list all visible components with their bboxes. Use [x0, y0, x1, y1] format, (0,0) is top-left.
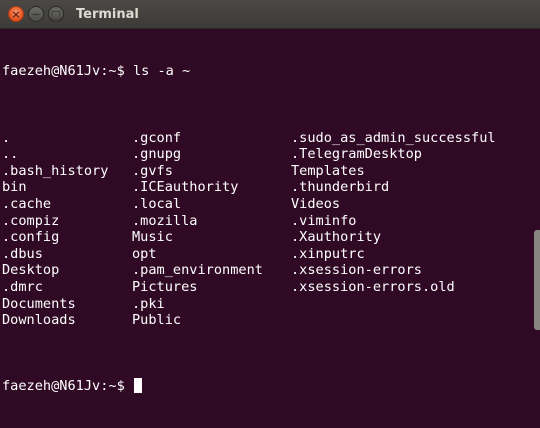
listing-entry: .cache: [2, 195, 52, 212]
listing-entry: .xinputrc: [291, 245, 365, 262]
listing-entry: bin: [2, 179, 27, 196]
terminal-window: × − □ Terminal faezeh@N61Jv:~$ ls -a ~ .…: [0, 0, 540, 427]
listing-entry: .xsession-errors.old: [291, 278, 455, 295]
listing-entry: .bash_history: [2, 162, 109, 179]
listing-entry: .local: [132, 195, 182, 212]
command-text: ls -a ~: [124, 63, 191, 80]
listing-entry: .dmrc: [2, 278, 43, 295]
listing-entry: .mozilla: [132, 212, 198, 229]
minimize-icon: −: [31, 7, 41, 21]
listing-entry: .ICEauthority: [132, 179, 239, 196]
listing-entry: .Xauthority: [291, 229, 382, 246]
listing-entry: .compiz: [2, 212, 60, 229]
listing-entry: Downloads: [2, 312, 76, 329]
listing-entry: .dbus: [2, 245, 43, 262]
listing-entry: .pam_environment: [132, 262, 263, 279]
listing-entry: ..: [2, 146, 19, 163]
listing-entry: .pki: [132, 295, 165, 312]
text-cursor: [133, 378, 142, 394]
maximize-icon: □: [50, 7, 62, 21]
listing-entry: .gvfs: [132, 162, 173, 179]
listing-entry: .gnupg: [132, 146, 182, 163]
listing-column-1: . .. .bash_history bin .cache .compiz .c…: [2, 130, 132, 329]
listing-entry: Public: [132, 312, 182, 329]
listing-entry: .viminfo: [291, 212, 357, 229]
listing-entry: .sudo_as_admin_successful: [291, 129, 496, 146]
listing-entry: .TelegramDesktop: [291, 146, 422, 163]
prompt: faezeh@N61Jv:~$: [2, 63, 125, 80]
window-title: Terminal: [76, 6, 139, 22]
listing-entry: opt: [132, 245, 157, 262]
listing-entry: Videos: [291, 195, 341, 212]
listing-entry: Documents: [2, 295, 76, 312]
close-icon: ×: [11, 7, 21, 21]
listing-entry: .xsession-errors: [291, 262, 422, 279]
maximize-button[interactable]: □: [48, 6, 64, 22]
listing-entry: .: [2, 129, 11, 146]
terminal-output[interactable]: faezeh@N61Jv:~$ ls -a ~ . .. .bash_histo…: [0, 29, 540, 427]
command-line: faezeh@N61Jv:~$ ls -a ~: [2, 63, 540, 80]
active-prompt-line[interactable]: faezeh@N61Jv:~$: [2, 378, 540, 395]
directory-listing: . .. .bash_history bin .cache .compiz .c…: [2, 130, 540, 329]
listing-entry: .gconf: [132, 129, 182, 146]
scrollbar[interactable]: [534, 230, 540, 330]
title-bar[interactable]: × − □ Terminal: [0, 0, 540, 29]
listing-column-2: .gconf .gnupg .gvfs .ICEauthority .local…: [132, 130, 291, 329]
prompt: faezeh@N61Jv:~$: [2, 378, 133, 395]
listing-column-3: .sudo_as_admin_successful .TelegramDeskt…: [291, 130, 531, 329]
listing-entry: Desktop: [2, 262, 60, 279]
listing-entry: .config: [2, 229, 60, 246]
window-controls: × − □: [8, 6, 64, 22]
close-button[interactable]: ×: [8, 6, 24, 22]
listing-entry: Music: [132, 229, 173, 246]
minimize-button[interactable]: −: [28, 6, 44, 22]
listing-entry: Templates: [291, 162, 365, 179]
listing-entry: Pictures: [132, 278, 198, 295]
listing-entry: .thunderbird: [291, 179, 390, 196]
